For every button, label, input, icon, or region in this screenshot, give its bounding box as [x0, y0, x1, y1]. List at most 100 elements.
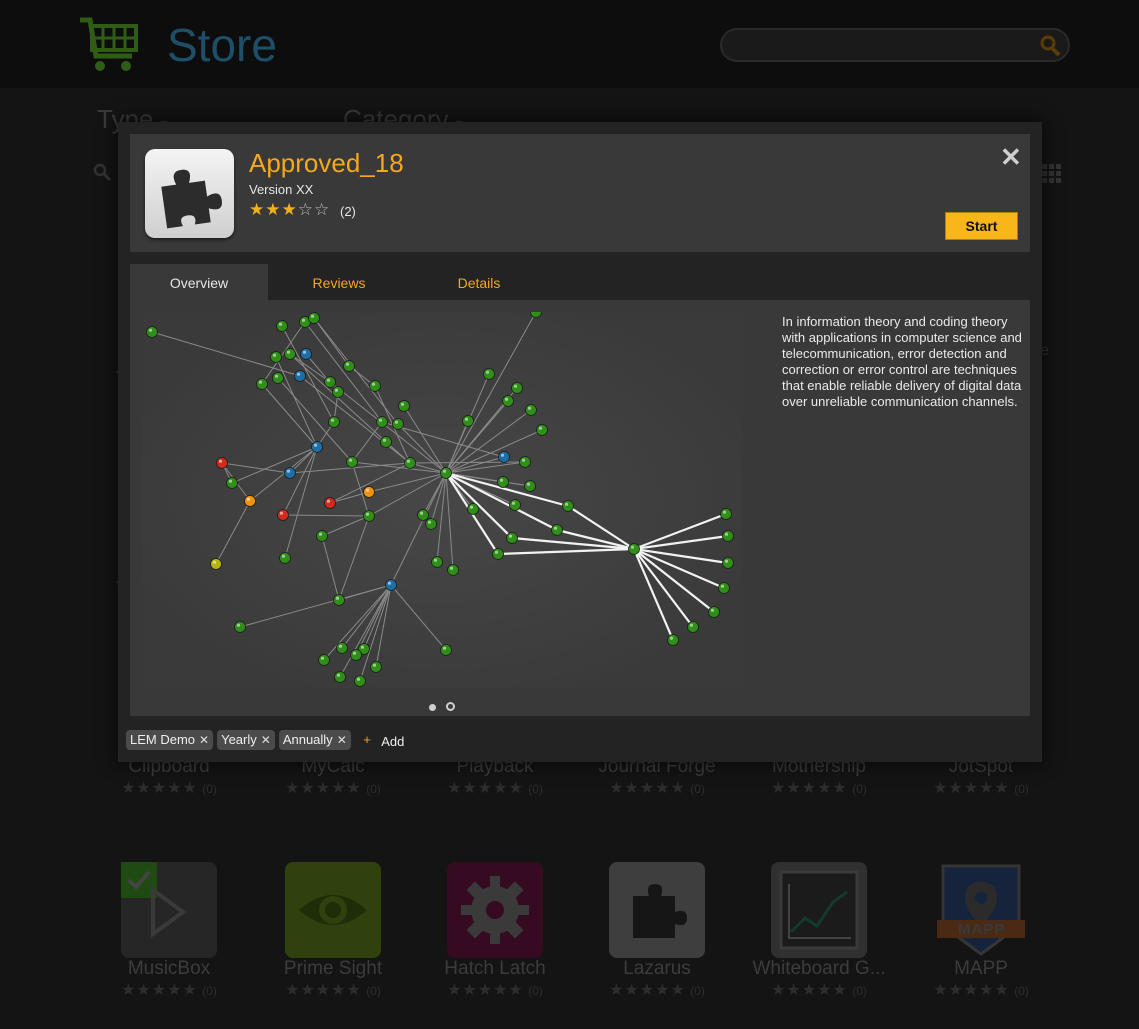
tab-reviews[interactable]: Reviews	[270, 264, 408, 300]
carousel-dot-2[interactable]	[446, 702, 455, 711]
graph-node	[146, 326, 158, 338]
graph-node	[318, 654, 330, 666]
graph-node	[363, 486, 375, 498]
graph-node	[722, 557, 734, 569]
app-tile[interactable]: Hatch Latch ★★★★★ (0)	[414, 862, 576, 1000]
graph-node-highlight	[469, 505, 474, 509]
graph-node	[277, 509, 289, 521]
remove-tag-icon[interactable]: ✕	[199, 733, 209, 747]
app-title: Approved_18	[249, 148, 404, 178]
plus-icon[interactable]: +	[363, 732, 371, 747]
rating-count: (0)	[852, 984, 867, 998]
play-icon	[121, 862, 187, 938]
app-tile[interactable]: Prime Sight ★★★★★ (0)	[252, 862, 414, 1000]
remove-tag-icon[interactable]: ✕	[337, 733, 347, 747]
search-icon[interactable]	[92, 162, 112, 182]
store-search-input[interactable]	[732, 34, 1036, 58]
graph-node-highlight	[218, 459, 223, 463]
graph-node	[324, 497, 336, 509]
mapp-badge-text: MAPP	[958, 921, 1006, 938]
graph-edge	[261, 383, 318, 448]
graph-edge	[351, 421, 383, 463]
carousel-dot-1[interactable]	[429, 704, 436, 711]
graph-node-highlight	[371, 382, 376, 386]
rating-stars: ★★★★★	[121, 780, 198, 797]
app-tile[interactable]: JotSpot ★★★★★ (0)	[900, 756, 1062, 798]
graph-node	[667, 634, 679, 646]
tab-overview[interactable]: Overview	[130, 264, 268, 300]
graph-node	[525, 404, 537, 416]
graph-edge	[321, 535, 340, 601]
store-search-box[interactable]	[720, 28, 1070, 62]
app-icon[interactable]	[609, 862, 705, 958]
graph-node-highlight	[278, 322, 283, 326]
app-icon[interactable]	[285, 862, 381, 958]
rating-count: (0)	[1014, 782, 1029, 796]
graph-node-highlight	[513, 384, 518, 388]
search-icon[interactable]	[1036, 32, 1064, 60]
tab-details[interactable]: Details	[410, 264, 548, 300]
app-tile[interactable]: MyCalc ★★★★★ (0)	[252, 756, 414, 798]
graph-node	[511, 382, 523, 394]
graph-node-highlight	[669, 636, 674, 640]
graph-node	[720, 508, 732, 520]
graph-node	[210, 558, 222, 570]
rating-count: (0)	[202, 984, 217, 998]
app-tile[interactable]: Playback ★★★★★ (0)	[414, 756, 576, 798]
carousel-dots	[424, 698, 460, 716]
start-button[interactable]: Start	[945, 212, 1018, 240]
graph-edge	[215, 500, 251, 565]
rating-stars: ★★★★★	[933, 780, 1010, 797]
app-tile[interactable]: MusicBox ★★★★★ (0)	[88, 862, 250, 1000]
app-tile[interactable]: Clipboard ★★★★★ (0)	[88, 756, 250, 798]
rating-stars: ★★★★★	[771, 780, 848, 797]
rating-count: (0)	[852, 782, 867, 796]
graph-node	[369, 380, 381, 392]
app-icon[interactable]	[447, 862, 543, 958]
app-tile[interactable]: Lazarus ★★★★★ (0)	[576, 862, 738, 1000]
app-tile[interactable]: Mothership ★★★★★ (0)	[738, 756, 900, 798]
graph-node	[524, 480, 536, 492]
tab-bar: Overview Reviews Details	[130, 264, 1030, 300]
app-tile[interactable]: Whiteboard G... ★★★★★ (0)	[738, 862, 900, 1000]
app-detail-modal: Approved_18 Version XX ★★★☆☆ (2) ✕ Start…	[118, 122, 1042, 762]
graph-node	[498, 451, 510, 463]
graph-node-highlight	[521, 458, 526, 462]
graph-node-highlight	[427, 520, 432, 524]
remove-tag-icon[interactable]: ✕	[261, 733, 271, 747]
graph-node-highlight	[630, 545, 635, 549]
chart-line-icon	[779, 870, 859, 950]
app-icon[interactable]	[771, 862, 867, 958]
graph-edge	[323, 584, 392, 661]
graph-node	[398, 400, 410, 412]
app-icon[interactable]	[121, 862, 217, 958]
header-bar: Store	[0, 0, 1139, 88]
graph-node-highlight	[365, 512, 370, 516]
tag-label: LEM Demo	[130, 732, 196, 747]
close-button[interactable]: ✕	[1000, 142, 1022, 173]
graph-node	[551, 524, 563, 536]
app-icon[interactable]	[933, 862, 1029, 958]
map-pin-icon	[937, 864, 1025, 956]
graph-node	[333, 594, 345, 606]
graph-node	[628, 543, 640, 555]
graph-node-highlight	[313, 443, 318, 447]
app-screenshot[interactable]	[142, 312, 743, 688]
graph-node	[226, 477, 238, 489]
grid-view-icon[interactable]	[1040, 162, 1064, 186]
add-tag-button[interactable]: Add	[381, 734, 404, 749]
graph-node-highlight	[538, 426, 543, 430]
rating-count: (0)	[690, 782, 705, 796]
rating-count: (2)	[340, 204, 356, 219]
graph-node-highlight	[348, 458, 353, 462]
rating-stars: ★★★☆☆	[249, 200, 330, 220]
rating-stars: ★★★★★	[609, 780, 686, 797]
graph-node-highlight	[419, 511, 424, 515]
overview-panel: In information theory and coding theory …	[130, 300, 1030, 716]
rating-count: (0)	[528, 782, 543, 796]
graph-node-highlight	[372, 663, 377, 667]
app-tile[interactable]: Journal Forge ★★★★★ (0)	[576, 756, 738, 798]
graph-node	[392, 418, 404, 430]
tag: Yearly ✕	[217, 730, 275, 750]
graph-node	[440, 644, 452, 656]
